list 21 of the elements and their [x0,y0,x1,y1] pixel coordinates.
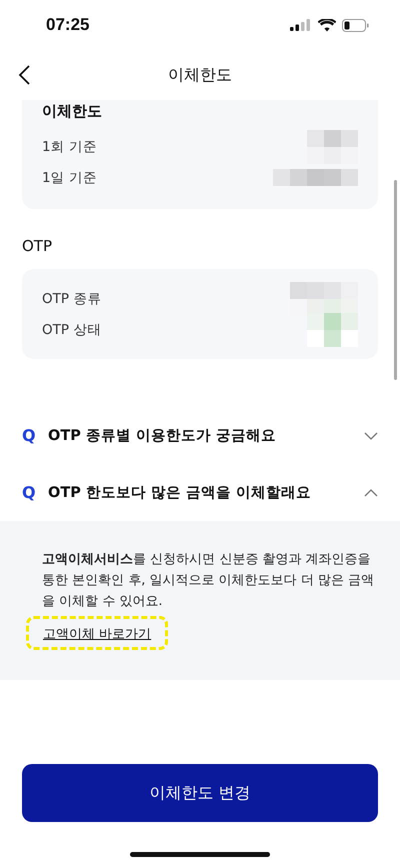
faq-item[interactable]: Q OTP 한도보다 많은 금액을 이체할래요 [0,464,400,521]
chevron-up-icon [364,488,378,496]
section-title: OTP [22,237,52,255]
shortcut-link[interactable]: 고액이체 바로가기 [43,625,152,643]
battery-icon [342,18,369,32]
blurred-value [307,130,358,164]
wifi-icon [318,18,336,32]
chevron-down-icon [364,432,378,440]
signal-icon [290,19,312,31]
row-label: 1회 기준 [42,138,97,156]
page-title: 이체한도 [168,64,232,86]
row-label: OTP 상태 [42,320,102,338]
blurred-value [307,312,358,346]
status-time: 07:25 [46,15,90,35]
change-limit-button[interactable]: 이체한도 변경 [22,764,378,822]
row-label: OTP 종류 [42,290,102,308]
blurred-value [290,282,358,316]
card-title: 이체한도 [42,102,103,121]
faq-item[interactable]: Q OTP 종류별 이용한도가 궁금해요 [0,407,400,464]
answer-text: 고액이체서비스를 신청하시면 신분증 촬영과 계좌인증을 통한 본인확인 후, 일시적으로 이체한도보다 더 많은 금액을 이체할 수 있어요. [42,551,376,611]
row-label: 1일 기준 [42,168,97,186]
